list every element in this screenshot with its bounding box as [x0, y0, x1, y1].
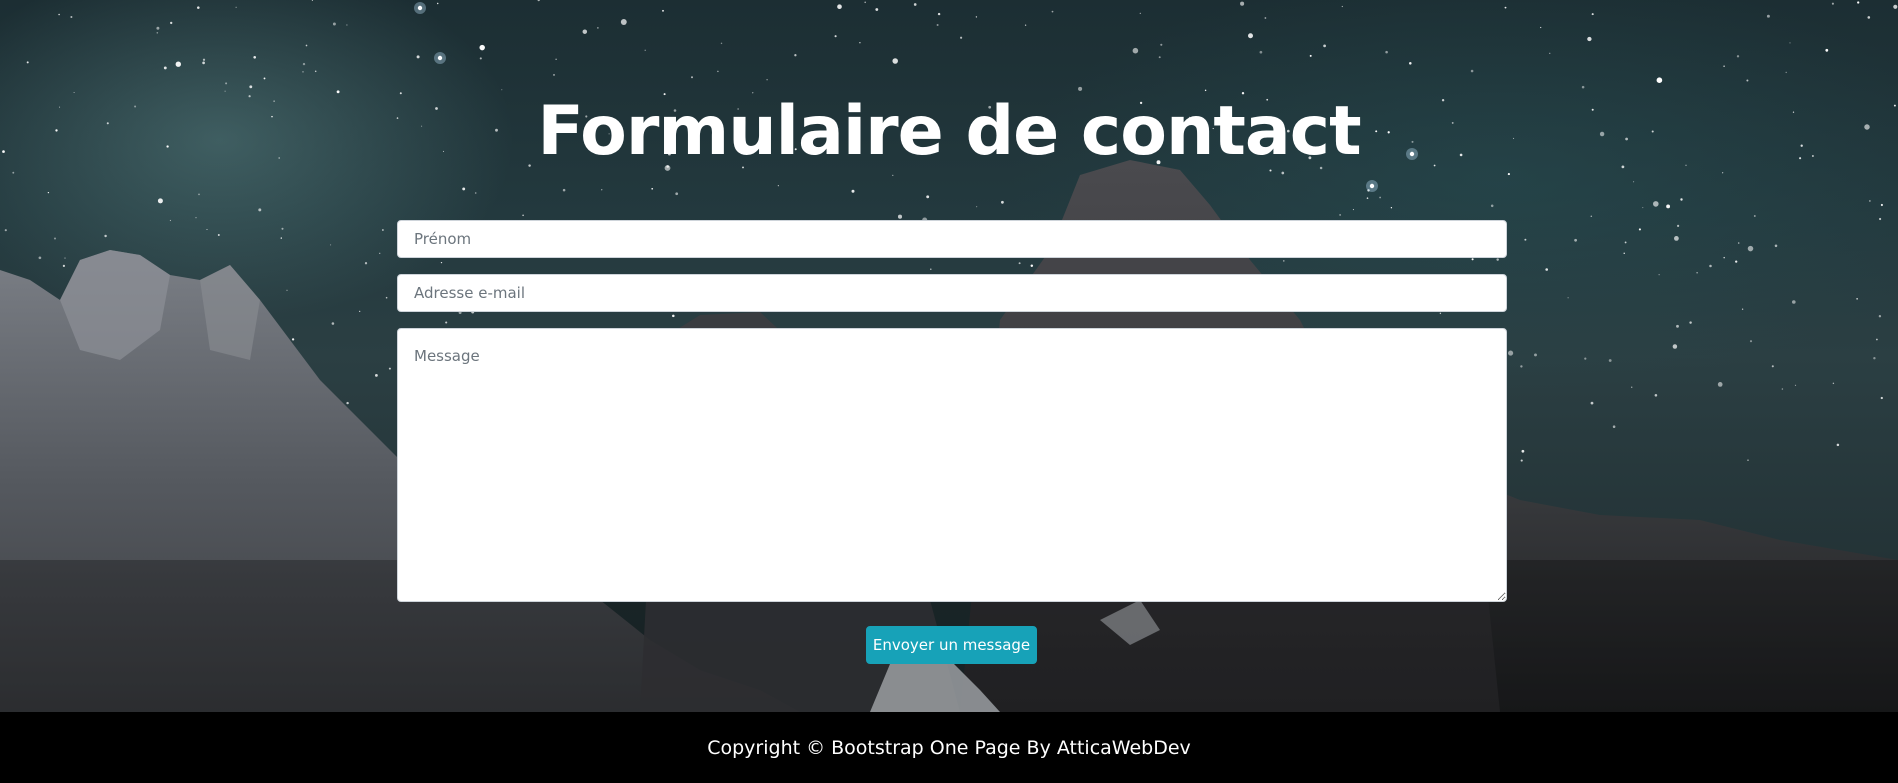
footer: Copyright © Bootstrap One Page By Attica… [0, 712, 1898, 783]
send-message-button[interactable]: Envoyer un message [866, 626, 1037, 664]
email-input[interactable] [397, 274, 1507, 312]
page-title: Formulaire de contact [537, 92, 1361, 171]
first-name-input[interactable] [397, 220, 1507, 258]
hero-section: Formulaire de contact Envoyer un message [0, 0, 1898, 712]
message-textarea[interactable] [397, 328, 1507, 602]
copyright-text: Copyright © Bootstrap One Page By Attica… [707, 736, 1191, 759]
